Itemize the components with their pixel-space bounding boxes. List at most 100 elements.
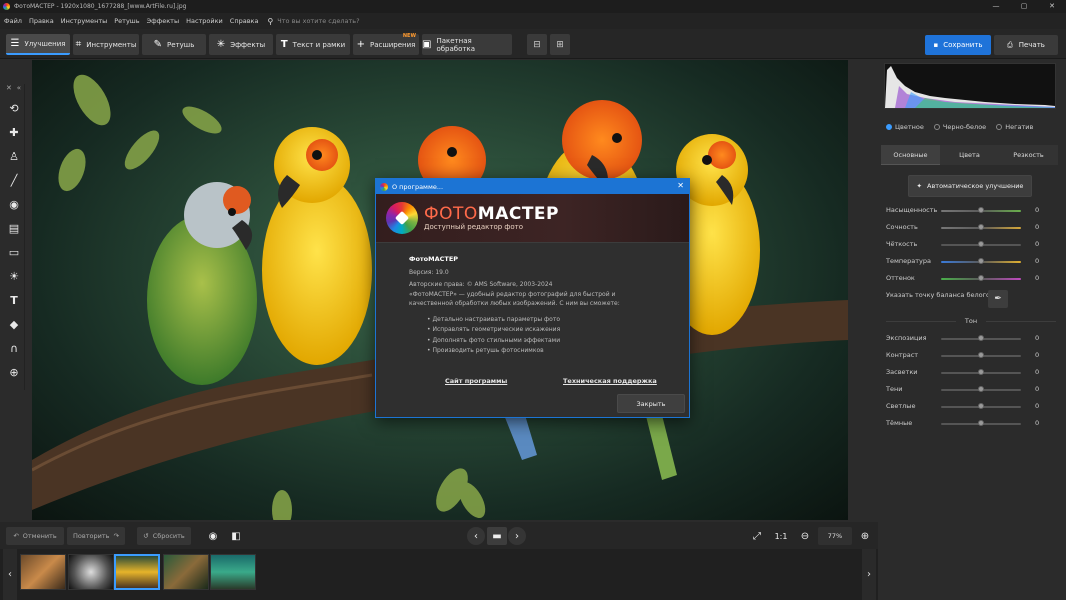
slider-knob[interactable] bbox=[978, 275, 984, 281]
light-tool-icon[interactable]: ☀ bbox=[3, 264, 25, 288]
zoom-in-icon[interactable]: ⊕ bbox=[857, 527, 873, 545]
actual-size-button[interactable]: 1:1 bbox=[772, 527, 790, 545]
eyedropper-button[interactable]: ✒ bbox=[988, 290, 1008, 308]
slider-knob[interactable] bbox=[978, 207, 984, 213]
maximize-icon[interactable]: ▢ bbox=[1010, 0, 1038, 13]
slider-knob[interactable] bbox=[978, 224, 984, 230]
slider-track[interactable] bbox=[941, 275, 1021, 281]
slider-track[interactable] bbox=[941, 258, 1021, 264]
menu-help[interactable]: Справка bbox=[230, 17, 259, 25]
slider-shadows[interactable]: Тени 0 bbox=[886, 384, 1058, 396]
slider-track[interactable] bbox=[941, 207, 1021, 213]
slider-saturation[interactable]: Насыщенность 0 bbox=[886, 205, 1058, 217]
slider-knob[interactable] bbox=[978, 386, 984, 392]
zoom-field[interactable]: 77% bbox=[818, 527, 852, 545]
menu-tools[interactable]: Инструменты bbox=[61, 17, 108, 25]
compare-icon[interactable]: ◧ bbox=[227, 527, 245, 545]
slider-vibrance[interactable]: Сочность 0 bbox=[886, 222, 1058, 234]
slider-exposure[interactable]: Экспозиция 0 bbox=[886, 333, 1058, 345]
menu-effects[interactable]: Эффекты bbox=[147, 17, 180, 25]
filmstrip-next-icon[interactable]: › bbox=[862, 549, 876, 600]
slider-track[interactable] bbox=[941, 386, 1021, 392]
slider-track[interactable] bbox=[941, 352, 1021, 358]
stamp-tool-icon[interactable]: ♙ bbox=[3, 144, 25, 168]
prev-image-icon[interactable]: ‹ bbox=[467, 527, 485, 545]
tab-text-frames[interactable]: T Текст и рамки bbox=[276, 34, 350, 55]
thumbnail-chameleon[interactable] bbox=[163, 554, 209, 590]
radial-filter-icon[interactable]: ◉ bbox=[3, 192, 25, 216]
tab-batch[interactable]: ▣ Пакетная обработка bbox=[422, 34, 512, 55]
vignette-icon[interactable]: ▭ bbox=[3, 240, 25, 264]
slider-knob[interactable] bbox=[978, 369, 984, 375]
text-tool-icon[interactable]: T bbox=[3, 288, 25, 312]
undo-button[interactable]: ↶ Отменить bbox=[6, 527, 64, 545]
slider-track[interactable] bbox=[941, 403, 1021, 409]
mode-negative[interactable]: Негатив bbox=[996, 123, 1033, 131]
support-link[interactable]: Техническая поддержка bbox=[563, 377, 657, 385]
save-button[interactable]: ▪ Сохранить bbox=[925, 35, 991, 55]
slider-blacks[interactable]: Тёмные 0 bbox=[886, 418, 1058, 430]
minimize-icon[interactable]: — bbox=[982, 0, 1010, 13]
tab-enhancements[interactable]: ☰ Улучшения bbox=[6, 34, 70, 55]
reset-button[interactable]: ↺ Сбросить bbox=[137, 527, 191, 545]
next-image-icon[interactable]: › bbox=[508, 527, 526, 545]
slider-highlights[interactable]: Засветки 0 bbox=[886, 367, 1058, 379]
slider-track[interactable] bbox=[941, 241, 1021, 247]
folder-icon[interactable]: ▬ bbox=[487, 527, 507, 545]
close-panel-icon[interactable]: ✕ bbox=[6, 84, 12, 96]
menu-file[interactable]: Файл bbox=[4, 17, 22, 25]
slider-tint[interactable]: Оттенок 0 bbox=[886, 273, 1058, 285]
eye-icon[interactable]: ◉ bbox=[204, 527, 222, 545]
slider-knob[interactable] bbox=[978, 420, 984, 426]
tab-tools[interactable]: ⌗ Инструменты bbox=[73, 34, 139, 55]
tab-basic[interactable]: Основные bbox=[881, 145, 940, 165]
filmstrip-prev-icon[interactable]: ‹ bbox=[3, 549, 17, 600]
mode-bw[interactable]: Черно-белое bbox=[933, 123, 986, 131]
menu-search[interactable]: ⚲ Что вы хотите сделать? bbox=[267, 17, 359, 26]
slider-clarity[interactable]: Чёткость 0 bbox=[886, 239, 1058, 251]
rotate-tool-icon[interactable]: ⟲ bbox=[3, 96, 25, 120]
menu-settings[interactable]: Настройки bbox=[186, 17, 223, 25]
tab-colors[interactable]: Цвета bbox=[940, 145, 999, 165]
slider-knob[interactable] bbox=[978, 403, 984, 409]
fill-tool-icon[interactable]: ◆ bbox=[3, 312, 25, 336]
slider-track[interactable] bbox=[941, 420, 1021, 426]
thumbnail-white-tiger[interactable] bbox=[68, 554, 114, 590]
tab-sharpness[interactable]: Резкость bbox=[999, 145, 1058, 165]
tab-effects[interactable]: ✳ Эффекты bbox=[209, 34, 273, 55]
site-link[interactable]: Сайт программы bbox=[445, 377, 507, 385]
slider-knob[interactable] bbox=[978, 241, 984, 247]
thumbnail-parrots[interactable] bbox=[114, 554, 160, 590]
slider-knob[interactable] bbox=[978, 335, 984, 341]
menu-edit[interactable]: Правка bbox=[29, 17, 54, 25]
menu-retouch[interactable]: Ретушь bbox=[114, 17, 139, 25]
print-button[interactable]: ⎙ Печать bbox=[994, 35, 1058, 55]
redo-button[interactable]: Повторить ↷ bbox=[67, 527, 125, 545]
slider-whites[interactable]: Светлые 0 bbox=[886, 401, 1058, 413]
globe-tool-icon[interactable]: ⊕ bbox=[3, 360, 25, 384]
slider-temperature[interactable]: Температура 0 bbox=[886, 256, 1058, 268]
tab-retouch[interactable]: ✎ Ретушь bbox=[142, 34, 206, 55]
mode-color[interactable]: Цветное bbox=[886, 123, 924, 131]
history-layout-button[interactable]: ⊞ bbox=[550, 34, 570, 55]
slider-track[interactable] bbox=[941, 224, 1021, 230]
slider-contrast[interactable]: Контраст 0 bbox=[886, 350, 1058, 362]
magnet-tool-icon[interactable]: ∩ bbox=[3, 336, 25, 360]
brush-tool-icon[interactable]: ╱ bbox=[3, 168, 25, 192]
auto-enhance-button[interactable]: ✦ Автоматическое улучшение bbox=[908, 175, 1032, 197]
fit-screen-icon[interactable]: ⤢ bbox=[748, 527, 766, 545]
slider-track[interactable] bbox=[941, 369, 1021, 375]
close-button[interactable]: Закрыть bbox=[617, 394, 685, 413]
gradient-filter-icon[interactable]: ▤ bbox=[3, 216, 25, 240]
slider-knob[interactable] bbox=[978, 352, 984, 358]
tab-extensions[interactable]: + Расширения NEW bbox=[353, 33, 419, 55]
slider-track[interactable] bbox=[941, 335, 1021, 341]
zoom-out-icon[interactable]: ⊖ bbox=[797, 527, 813, 545]
slider-knob[interactable] bbox=[978, 258, 984, 264]
collapse-panel-icon[interactable]: « bbox=[17, 84, 21, 96]
thumbnail-landscape[interactable] bbox=[210, 554, 256, 590]
dialog-close-icon[interactable]: ✕ bbox=[677, 181, 684, 190]
bandage-tool-icon[interactable]: ✚ bbox=[3, 120, 25, 144]
compare-layout-button[interactable]: ⊟ bbox=[527, 34, 547, 55]
close-window-icon[interactable]: ✕ bbox=[1038, 0, 1066, 13]
